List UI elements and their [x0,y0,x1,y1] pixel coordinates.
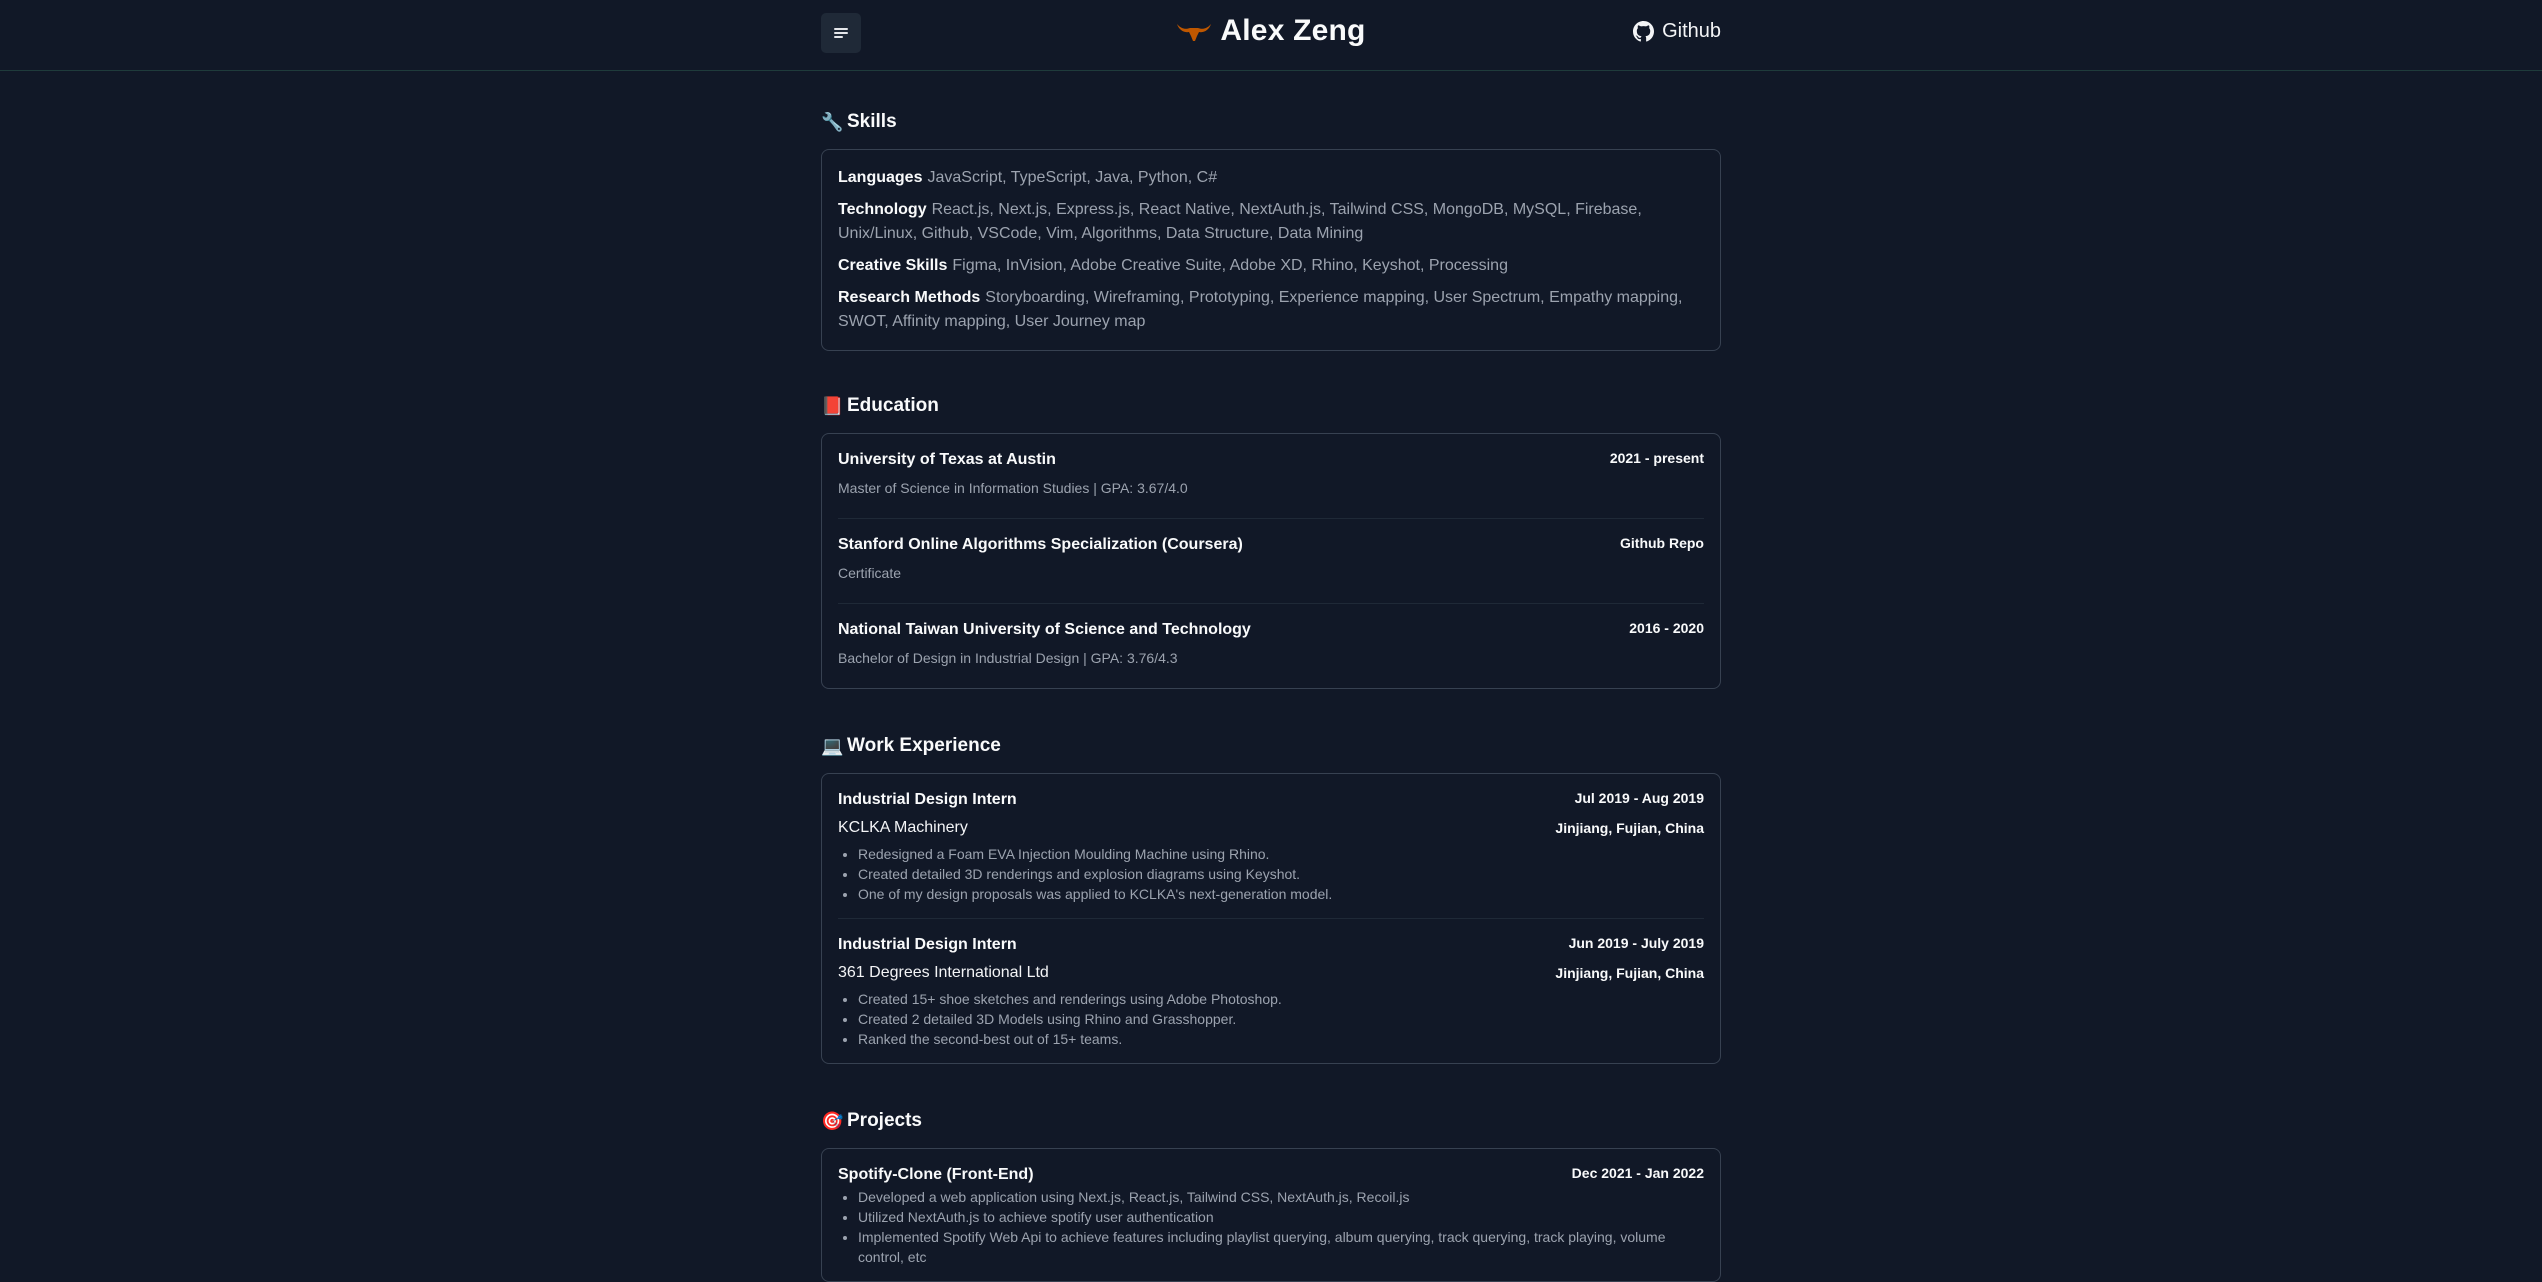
menu-icon [834,28,848,38]
list-item: Ranked the second-best out of 15+ teams. [858,1029,1704,1049]
projects-card: Spotify-Clone (Front-End) Dec 2021 - Jan… [821,1148,1721,1282]
github-label: Github [1662,20,1721,42]
education-title: Education [847,395,939,416]
project-bullets: Developed a web application using Next.j… [838,1187,1704,1267]
education-heading: 📕 Education [821,391,1721,421]
degree-detail: Master of Science in Information Studies… [838,480,1188,496]
school-name: National Taiwan University of Science an… [838,621,1251,638]
job-location: Jinjiang, Fujian, China [1555,820,1704,836]
list-item: One of my design proposals was applied t… [858,884,1704,904]
projects-title: Projects [847,1110,922,1131]
education-date: 2016 - 2020 [1629,620,1704,636]
laptop-icon: 💻 [821,735,844,756]
skill-row-research: Research Methods Storyboarding, Wireframi… [838,286,1704,334]
github-icon [1633,21,1655,42]
skill-label: Technology [838,201,927,218]
menu-button[interactable] [821,13,861,53]
education-entry: Stanford Online Algorithms Specializatio… [838,519,1704,604]
project-entry: Spotify-Clone (Front-End) Dec 2021 - Jan… [838,1149,1704,1281]
target-icon: 🎯 [821,1110,844,1131]
skill-value: Figma, InVision, Adobe Creative Suite, A… [952,257,1508,274]
project-date: Dec 2021 - Jan 2022 [1571,1165,1704,1181]
wrench-icon: 🔧 [821,111,844,132]
skills-title: Skills [847,111,897,132]
work-title: Work Experience [847,735,1001,756]
github-link[interactable]: Github [1633,20,1721,43]
work-entry: Industrial Design Intern Jun 2019 - July… [838,919,1704,1063]
skill-label: Research Methods [838,289,981,306]
book-icon: 📕 [821,395,844,416]
list-item: Developed a web application using Next.j… [858,1187,1704,1207]
skill-row-languages: Languages JavaScript, TypeScript, Java, P… [838,166,1704,190]
job-date: Jul 2019 - Aug 2019 [1574,790,1704,806]
list-item: Created detailed 3D renderings and explo… [858,864,1704,884]
education-date: 2021 - present [1609,450,1704,466]
list-item: Created 15+ shoe sketches and renderings… [858,989,1704,1009]
list-item: Utilized NextAuth.js to achieve spotify … [858,1207,1704,1227]
work-heading: 💻 Work Experience [821,731,1721,761]
skill-row-creative: Creative Skills Figma, InVision, Adobe Cr… [838,254,1704,278]
site-title: Alex Zeng [1220,14,1366,47]
skill-label: Languages [838,169,923,186]
skills-heading: 🔧 Skills [821,107,1721,137]
top-navbar: Alex Zeng Github [0,0,2542,71]
skill-row-technology: Technology React.js, Next.js, Express.js,… [838,198,1704,246]
education-entry: National Taiwan University of Science an… [838,604,1704,688]
school-name: Stanford Online Algorithms Specializatio… [838,536,1243,553]
skills-card: Languages JavaScript, TypeScript, Java, P… [821,149,1721,351]
job-date: Jun 2019 - July 2019 [1568,935,1704,951]
education-card: University of Texas at Austin 2021 - pre… [821,433,1721,689]
job-location: Jinjiang, Fujian, China [1555,965,1704,981]
list-item: Implemented Spotify Web Api to achieve f… [858,1227,1704,1267]
list-item: Created 2 detailed 3D Models using Rhino… [858,1009,1704,1029]
work-entry: Industrial Design Intern Jul 2019 - Aug … [838,774,1704,919]
degree-detail: Certificate [838,565,902,581]
brand-link[interactable]: Alex Zeng [1176,14,1365,48]
projects-heading: 🎯 Projects [821,1106,1721,1136]
brand: Alex Zeng [0,14,2542,48]
longhorn-icon [1177,24,1212,41]
github-repo-link[interactable]: Github Repo [1620,535,1704,551]
degree-detail: Bachelor of Design in Industrial Design … [838,650,1178,666]
education-entry: University of Texas at Austin 2021 - pre… [838,434,1704,519]
skill-label: Creative Skills [838,257,948,274]
resume-content: 🔧 Skills Languages JavaScript, TypeScript… [821,71,1721,1282]
school-name: University of Texas at Austin [838,451,1056,468]
work-card: Industrial Design Intern Jul 2019 - Aug … [821,773,1721,1064]
skill-value: React.js, Next.js, Express.js, React Nat… [838,201,1642,242]
job-bullets: Created 15+ shoe sketches and renderings… [838,989,1704,1049]
job-bullets: Redesigned a Foam EVA Injection Moulding… [838,844,1704,904]
skill-value: JavaScript, TypeScript, Java, Python, C# [927,169,1218,186]
list-item: Redesigned a Foam EVA Injection Moulding… [858,844,1704,864]
